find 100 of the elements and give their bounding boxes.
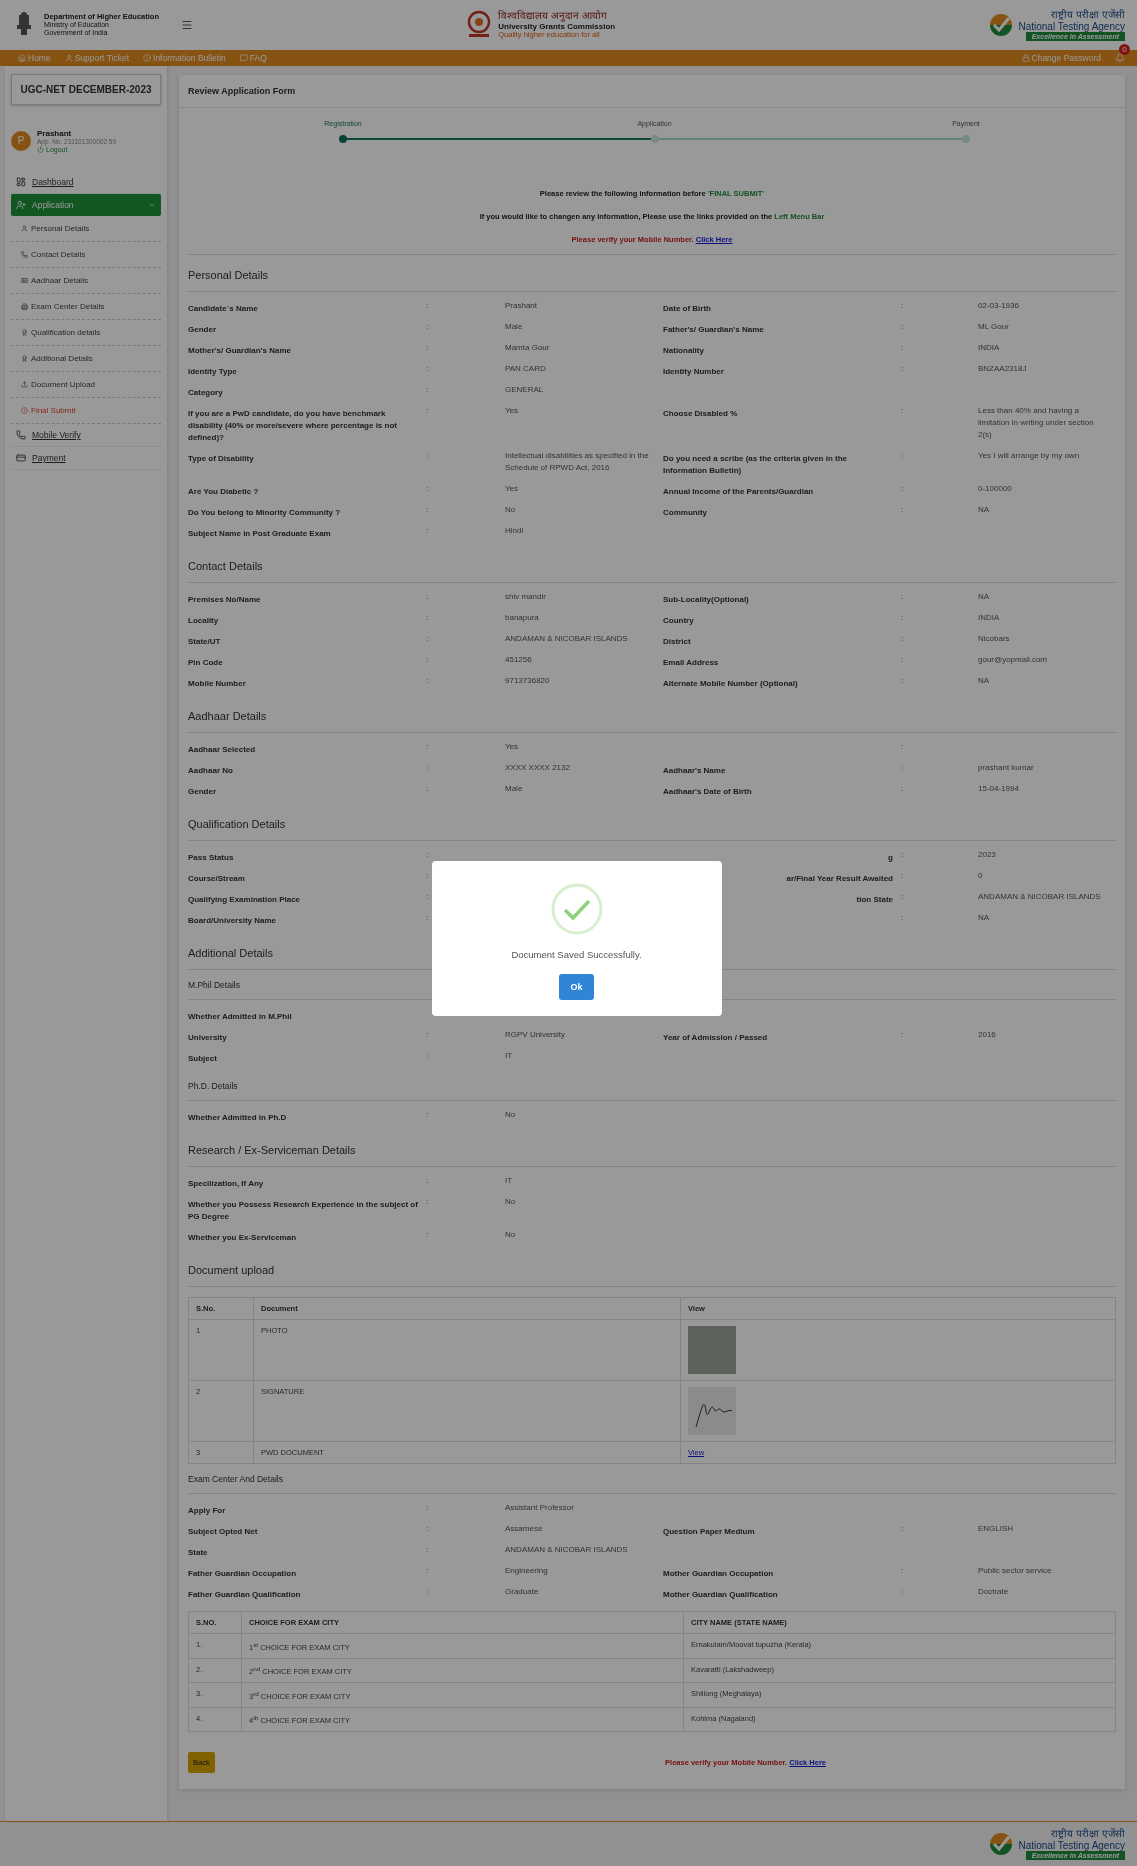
field-value: shiv mandir: [505, 591, 547, 603]
field-value: RGPV University: [505, 1029, 566, 1041]
field-label: g: [887, 852, 894, 864]
field-label: Subject: [188, 1053, 218, 1065]
colon: :: [426, 1586, 430, 1598]
colon: :: [426, 591, 430, 603]
field-label: Subject Opted Net: [188, 1526, 259, 1538]
field-value: ML Gour: [978, 321, 1010, 333]
colon: :: [901, 783, 905, 795]
notification-badge: 0: [1119, 44, 1130, 55]
field-label: University: [188, 1032, 228, 1044]
sidebar-subitem[interactable]: Personal Details: [11, 215, 161, 242]
field-label: Whether Admitted in Ph.D: [188, 1112, 288, 1124]
field-label: Whether you Ex-Serviceman: [188, 1232, 298, 1244]
colon: :: [901, 849, 905, 861]
field-value: Mamta Gour: [505, 342, 551, 354]
section-heading: Qualification Details: [188, 818, 1116, 841]
field-label: Identity Number: [663, 366, 725, 378]
sidebar-subitem[interactable]: Aadhaar Details: [11, 267, 161, 294]
field-value: NA: [978, 591, 991, 603]
field-value: No: [505, 1196, 517, 1208]
field-value: Yes: [505, 405, 520, 417]
field-value: Assistant Professor: [505, 1502, 575, 1514]
sidebar-subitem[interactable]: Document Upload: [11, 371, 161, 398]
colon: :: [426, 1029, 430, 1041]
colon: :: [901, 450, 905, 462]
field-value: IT: [505, 1175, 514, 1187]
card-icon: [16, 452, 26, 463]
colon: :: [901, 300, 905, 312]
sidebar-subitem[interactable]: Additional Details: [11, 345, 161, 372]
colon: :: [901, 483, 905, 495]
colon: :: [901, 342, 905, 354]
signature-image: [688, 1387, 736, 1435]
phone-icon: [16, 429, 26, 440]
colon: :: [426, 405, 430, 417]
footer-nta-hindi-name: राष्ट्रीय परीक्षा एजेंसी: [1051, 1828, 1125, 1840]
item-icon: [21, 224, 28, 232]
sidebar-item[interactable]: Payment: [11, 446, 161, 470]
colon: :: [901, 891, 905, 903]
field-label: Aadhaar's Name: [663, 765, 727, 777]
colon: :: [901, 633, 905, 645]
colon: :: [426, 741, 430, 753]
section-heading: Document upload: [188, 1264, 1116, 1287]
field-value: Intellectual disabilities as specified in the Schedule of RPWD Act, 2016: [505, 450, 650, 474]
field-label: State: [188, 1547, 209, 1559]
field-label: Year of Admission / Passed: [663, 1032, 769, 1044]
person-icon: [64, 54, 73, 62]
field-label: Country: [663, 615, 695, 627]
field-value: GENERAL: [505, 384, 545, 396]
item-icon: [21, 380, 28, 388]
bell-icon[interactable]: [1115, 53, 1125, 63]
colon: :: [426, 1196, 430, 1208]
field-value: 9713736820: [505, 675, 551, 687]
field-value: Prashant: [505, 300, 539, 312]
field-value: Yes I will arrange by my own: [978, 450, 1081, 462]
colon: :: [426, 675, 430, 687]
menu-icon[interactable]: [181, 19, 193, 31]
colon: :: [426, 849, 430, 861]
colon: :: [426, 450, 430, 462]
sidebar-item[interactable]: Application: [11, 193, 161, 216]
user-avatar: P: [11, 130, 31, 151]
field-value: Less than 40% and having a limitation in writing under section 2(s): [978, 405, 1095, 441]
sidebar-subitem[interactable]: Final Submit: [11, 397, 161, 424]
sidebar-item[interactable]: Dashboard: [11, 170, 161, 194]
ok-button[interactable]: Ok: [559, 973, 594, 1000]
field-label: Type of Disability: [188, 453, 255, 465]
field-label: Pin Code: [188, 657, 224, 669]
field-value: Doctrate: [978, 1586, 1010, 1598]
colon: :: [901, 741, 905, 753]
field-value: prashant kumar: [978, 762, 1035, 774]
colon: :: [901, 912, 905, 924]
colon: :: [901, 870, 905, 882]
sidebar-subitem[interactable]: Exam Center Details: [11, 293, 161, 320]
ugc-name: University Grants Commission: [498, 21, 616, 31]
field-label: tion State: [855, 894, 894, 906]
field-value: banapura: [505, 612, 540, 624]
sidebar-subitem[interactable]: Contact Details: [11, 241, 161, 268]
field-label: Qualifying Examination Place: [188, 894, 302, 906]
field-value: ANDAMAN & NICOBAR ISLANDS: [505, 1544, 629, 1556]
field-label: Category: [188, 387, 224, 399]
sidebar-subitem[interactable]: Qualification details: [11, 319, 161, 346]
chat-icon: [239, 54, 248, 62]
field-value: INDIA: [978, 612, 1001, 624]
sidebar-item[interactable]: Mobile Verify: [11, 423, 161, 447]
field-label: Candidate`s Name: [188, 303, 259, 315]
field-label: Mother's/ Guardian's Name: [188, 345, 292, 357]
field-label: Do You belong to Minority Community ?: [188, 507, 342, 519]
colon: :: [901, 1565, 905, 1577]
colon: :: [426, 1544, 430, 1556]
field-value: BNZAA2318J: [978, 363, 1028, 375]
colon: :: [426, 912, 430, 924]
field-label: Nationality: [663, 345, 705, 357]
colon: :: [426, 504, 430, 516]
field-value: 0: [978, 870, 984, 882]
item-icon: [21, 302, 28, 310]
field-value: No: [505, 504, 517, 516]
nta-logo-icon: [988, 12, 1015, 38]
nta-name: National Testing Agency: [1018, 20, 1125, 32]
item-icon: [21, 276, 28, 284]
check-icon: [550, 882, 603, 935]
